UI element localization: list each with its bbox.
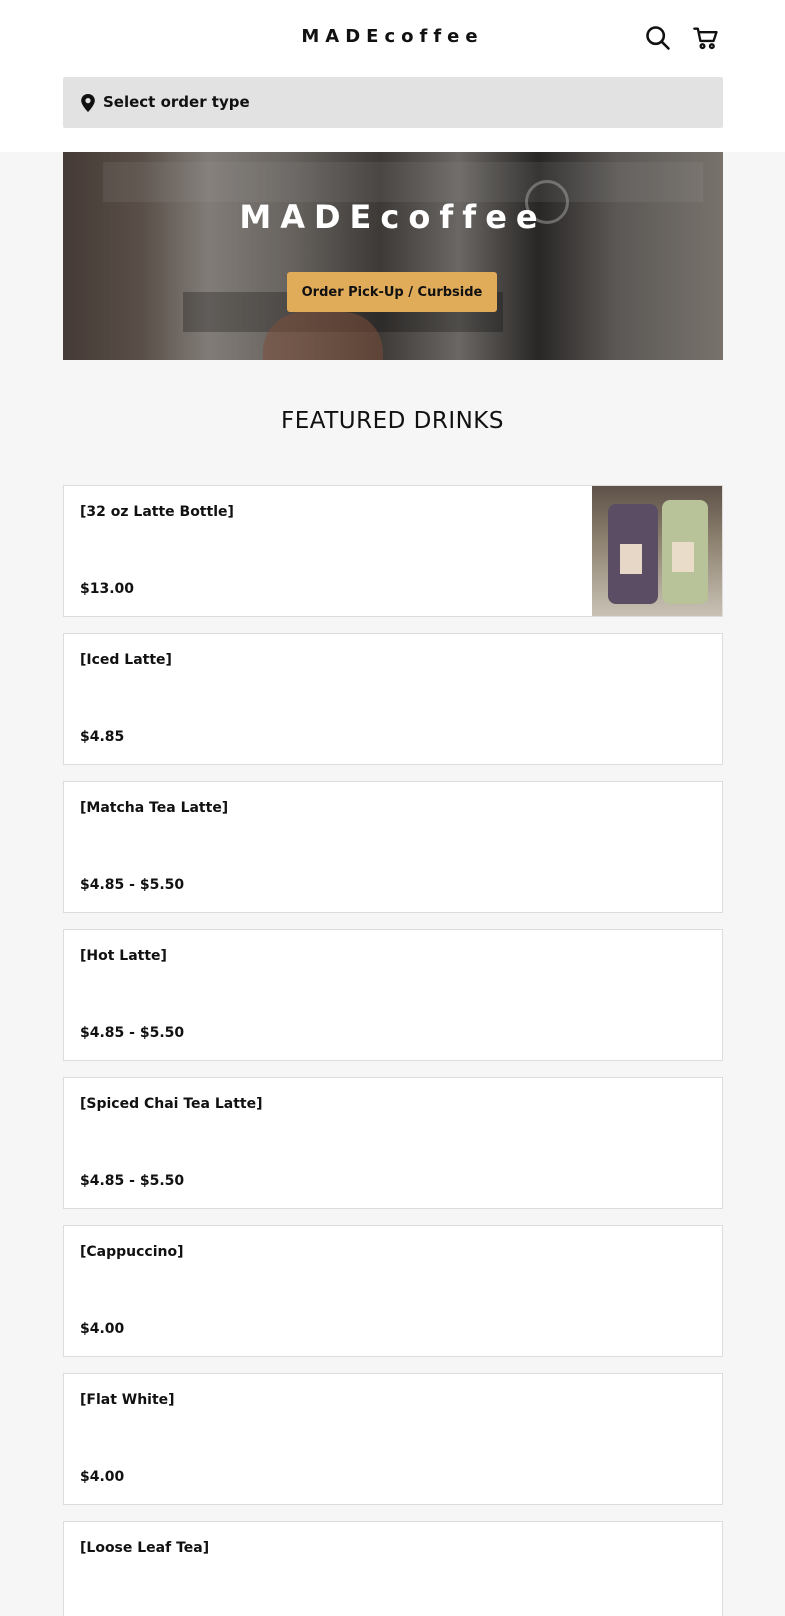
product-card-cappuccino[interactable]: [Cappuccino] $4.00 (63, 1225, 723, 1357)
product-price: $4.00 (80, 1321, 125, 1337)
product-price: $4.00 (80, 1469, 125, 1485)
product-card-hot-latte[interactable]: [Hot Latte] $4.85 - $5.50 (63, 929, 723, 1061)
order-type-selector[interactable]: Select order type (63, 77, 723, 128)
product-price: $4.85 - $5.50 (80, 1173, 185, 1189)
product-price: $4.85 (80, 729, 125, 745)
order-pickup-button[interactable]: Order Pick-Up / Curbside (287, 272, 497, 312)
hero-banner: MADEcoffee Order Pick-Up / Curbside (63, 152, 723, 360)
featured-drinks-title: FEATURED DRINKS (281, 408, 504, 434)
product-name: [Iced Latte] (80, 652, 172, 668)
search-icon[interactable] (644, 24, 672, 52)
bottle-label-graphic (672, 542, 694, 572)
bottle-label-graphic (620, 544, 642, 574)
product-name: [Cappuccino] (80, 1244, 184, 1260)
product-name: [Hot Latte] (80, 948, 167, 964)
product-card-latte-bottle[interactable]: [32 oz Latte Bottle] $13.00 (63, 485, 723, 617)
product-name: [32 oz Latte Bottle] (80, 504, 234, 520)
product-name: [Flat White] (80, 1392, 175, 1408)
product-card-flat-white[interactable]: [Flat White] $4.00 (63, 1373, 723, 1505)
product-card-matcha-tea-latte[interactable]: [Matcha Tea Latte] $4.85 - $5.50 (63, 781, 723, 913)
product-card-spiced-chai[interactable]: [Spiced Chai Tea Latte] $4.85 - $5.50 (63, 1077, 723, 1209)
hero-overlay (63, 152, 723, 360)
product-name: [Spiced Chai Tea Latte] (80, 1096, 263, 1112)
product-name: [Loose Leaf Tea] (80, 1540, 210, 1556)
cart-icon[interactable] (692, 24, 720, 52)
product-card-iced-latte[interactable]: [Iced Latte] $4.85 (63, 633, 723, 765)
product-card-loose-leaf-tea[interactable]: [Loose Leaf Tea] (63, 1521, 723, 1616)
product-name: [Matcha Tea Latte] (80, 800, 229, 816)
product-image (592, 486, 722, 616)
order-type-label: Select order type (103, 93, 250, 111)
hero-title: MADEcoffee (239, 198, 547, 236)
site-header: MADEcoffee Select order type (0, 0, 785, 152)
product-price: $4.85 - $5.50 (80, 877, 185, 893)
location-pin-icon (79, 93, 97, 113)
product-price: $13.00 (80, 581, 135, 597)
product-price: $4.85 - $5.50 (80, 1025, 185, 1041)
